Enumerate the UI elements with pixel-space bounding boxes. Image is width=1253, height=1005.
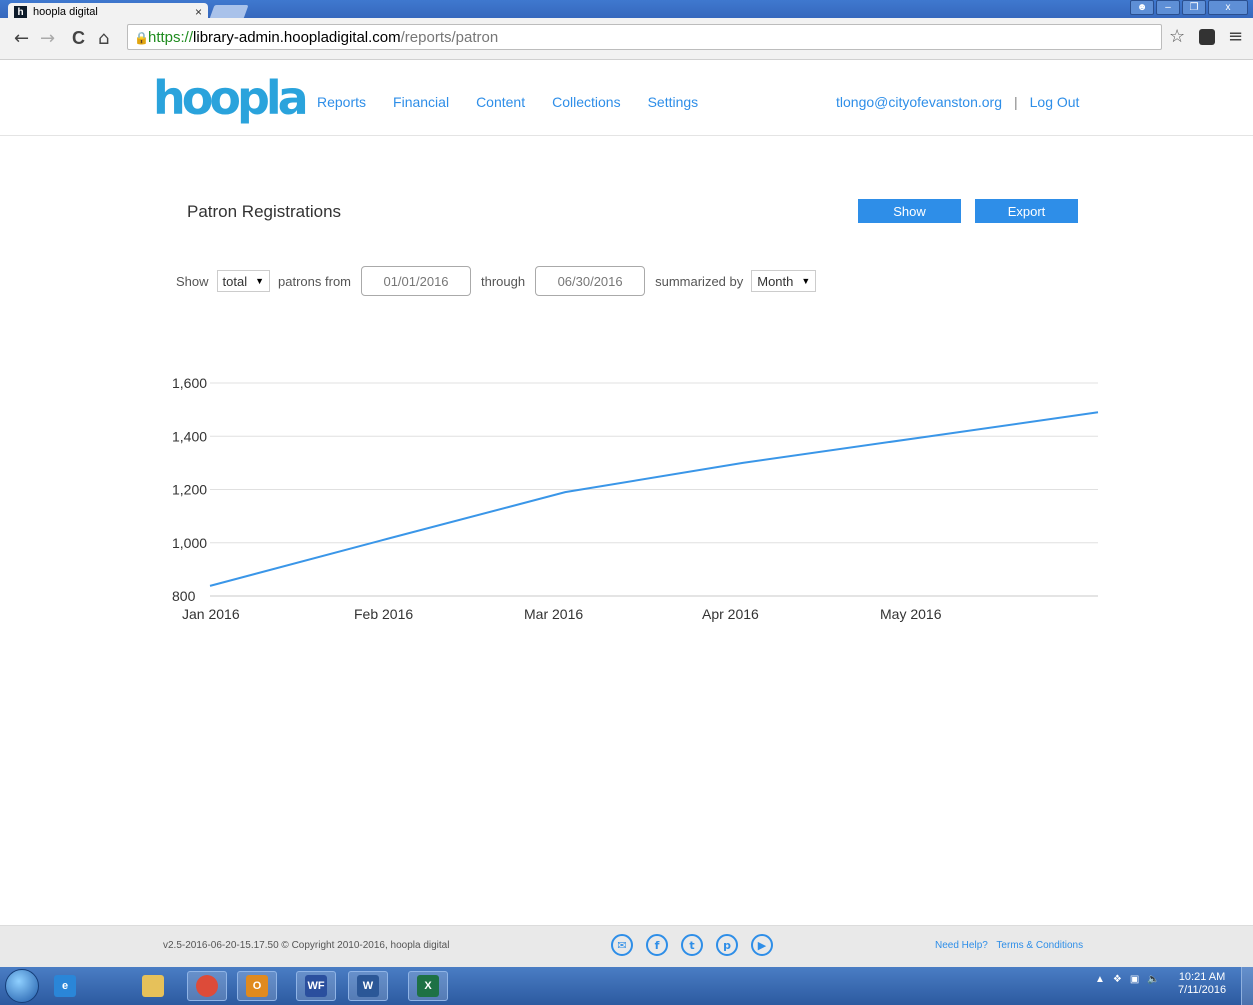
main-nav: Reports Financial Content Collections Se… <box>317 94 725 110</box>
y-tick-label: 1,200 <box>172 482 207 498</box>
reload-icon[interactable]: C <box>72 28 85 49</box>
report-filters: Show total ▼ patrons from 01/01/2016 thr… <box>176 266 824 296</box>
word-icon: W <box>357 975 379 997</box>
series-line <box>209 411 1099 587</box>
facebook-icon[interactable]: f <box>646 934 668 956</box>
filter-show-label: Show <box>176 273 209 289</box>
filter-patrons-from-label: patrons from <box>278 273 352 289</box>
x-tick-label: Feb 2016 <box>354 606 413 622</box>
url-scheme: https:// <box>148 28 194 46</box>
email-icon[interactable]: ✉ <box>611 934 633 956</box>
social-links: ✉ f t p ▶ <box>611 934 773 956</box>
tray-display-icon[interactable]: ▣ <box>1130 974 1139 985</box>
x-tick-label: Mar 2016 <box>524 606 583 622</box>
y-tick-label: 1,600 <box>172 375 207 391</box>
windows-taskbar: e O WF W X ▲ ❖ ▣ 🔈 10:21 AM 7/11/2016 <box>0 967 1253 1005</box>
patron-type-select[interactable]: total ▼ <box>216 270 271 292</box>
url-host: library-admin.hoopladigital.com <box>193 28 401 46</box>
terms-link[interactable]: Terms & Conditions <box>996 940 1083 951</box>
taskbar-chrome[interactable] <box>187 971 227 1001</box>
nav-content[interactable]: Content <box>476 94 525 110</box>
x-tick-label: Apr 2016 <box>702 606 759 622</box>
internet-explorer-icon: e <box>54 975 76 997</box>
home-icon[interactable]: ⌂ <box>98 28 109 49</box>
address-bar[interactable]: 🔒 https:// library-admin.hoopladigital.c… <box>127 24 1162 50</box>
patron-registrations-chart: 800 1,000 1,200 1,400 1,600 Jan 2016 Feb 2016 M… <box>172 375 1099 622</box>
minimize-button[interactable]: – <box>1156 0 1180 15</box>
filter-summarized-by-label: summarized by <box>655 273 744 289</box>
extension-icon[interactable] <box>1199 29 1215 45</box>
restore-button[interactable]: ❐ <box>1182 0 1206 15</box>
taskbar-file-explorer[interactable] <box>133 971 173 1001</box>
taskbar-wordperfect[interactable]: WF <box>296 971 336 1001</box>
show-desktop-button[interactable] <box>1241 967 1253 1005</box>
clock-time: 10:21 AM <box>1178 971 1226 983</box>
y-tick-label: 1,400 <box>172 428 207 444</box>
nav-financial[interactable]: Financial <box>393 94 449 110</box>
url-path: /reports/patron <box>400 28 499 46</box>
close-window-button[interactable]: x <box>1208 0 1248 15</box>
dropdown-arrow-icon: ▼ <box>255 276 265 286</box>
back-icon[interactable]: ← <box>14 28 29 49</box>
summary-select[interactable]: Month ▼ <box>751 270 817 292</box>
system-tray: ▲ ❖ ▣ 🔈 <box>1095 974 1160 985</box>
x-tick-label: May 2016 <box>880 606 942 622</box>
taskbar-excel[interactable]: X <box>408 971 448 1001</box>
tab-title: hoopla digital <box>33 6 98 18</box>
bookmark-star-icon[interactable]: ☆ <box>1169 26 1185 47</box>
new-tab-button[interactable] <box>209 5 249 19</box>
nav-reports[interactable]: Reports <box>317 94 366 110</box>
tab-close-icon[interactable]: × <box>195 5 202 19</box>
account-email[interactable]: tlongo@cityofevanston.org <box>836 94 1002 110</box>
patron-type-value: total <box>222 273 248 289</box>
taskbar-outlook[interactable]: O <box>237 971 277 1001</box>
y-tick-label: 1,000 <box>172 535 207 551</box>
forward-icon[interactable]: → <box>40 28 55 49</box>
export-button[interactable]: Export <box>975 199 1078 223</box>
twitter-icon[interactable]: t <box>681 934 703 956</box>
hoopla-logo[interactable]: hoopla <box>153 75 309 121</box>
logout-link[interactable]: Log Out <box>1030 94 1080 110</box>
system-clock[interactable]: 10:21 AM 7/11/2016 <box>1178 971 1226 997</box>
x-tick-label: Jan 2016 <box>182 606 240 622</box>
help-links: Need Help? Terms & Conditions <box>935 940 1089 951</box>
filter-through-label: through <box>481 273 526 289</box>
outlook-icon: O <box>246 975 268 997</box>
copyright-text: v2.5-2016-06-20-15.17.50 © Copyright 201… <box>163 940 450 951</box>
chrome-icon <box>196 975 218 997</box>
pinterest-icon[interactable]: p <box>716 934 738 956</box>
start-date-input[interactable]: 01/01/2016 <box>361 266 472 296</box>
site-footer: v2.5-2016-06-20-15.17.50 © Copyright 201… <box>0 925 1253 967</box>
excel-icon: X <box>417 975 439 997</box>
tray-expand-icon[interactable]: ▲ <box>1095 974 1105 985</box>
tray-volume-icon[interactable]: 🔈 <box>1147 974 1159 985</box>
account-separator: | <box>1013 94 1018 110</box>
end-date-input[interactable]: 06/30/2016 <box>535 266 646 296</box>
taskbar-internet-explorer[interactable]: e <box>45 971 85 1001</box>
show-button[interactable]: Show <box>858 199 961 223</box>
clock-date: 7/11/2016 <box>1178 984 1227 996</box>
account-area: tlongo@cityofevanston.org | Log Out <box>836 94 1079 110</box>
hoopla-favicon: h <box>14 5 27 19</box>
browser-menu-icon[interactable]: ≡ <box>1228 26 1243 47</box>
nav-settings[interactable]: Settings <box>648 94 699 110</box>
tray-network-icon[interactable]: ❖ <box>1113 974 1122 985</box>
start-button[interactable] <box>5 969 39 1003</box>
lock-icon: 🔒 <box>134 31 149 45</box>
page-title: Patron Registrations <box>187 202 342 221</box>
site-header: hoopla Reports Financial Content Collect… <box>0 61 1253 136</box>
taskbar-word[interactable]: W <box>348 971 388 1001</box>
wordperfect-icon: WF <box>305 975 327 997</box>
youtube-icon[interactable]: ▶ <box>751 934 773 956</box>
need-help-link[interactable]: Need Help? <box>935 940 988 951</box>
summary-value: Month <box>757 273 794 289</box>
file-explorer-icon <box>142 975 164 997</box>
y-tick-label: 800 <box>172 588 196 604</box>
dropdown-arrow-icon: ▼ <box>801 276 811 286</box>
nav-collections[interactable]: Collections <box>552 94 620 110</box>
browser-toolbar: ← → C ⌂ 🔒 https:// library-admin.hooplad… <box>0 18 1253 60</box>
window-controls: ☻ – ❐ x <box>1130 0 1248 16</box>
user-icon[interactable]: ☻ <box>1130 0 1154 15</box>
